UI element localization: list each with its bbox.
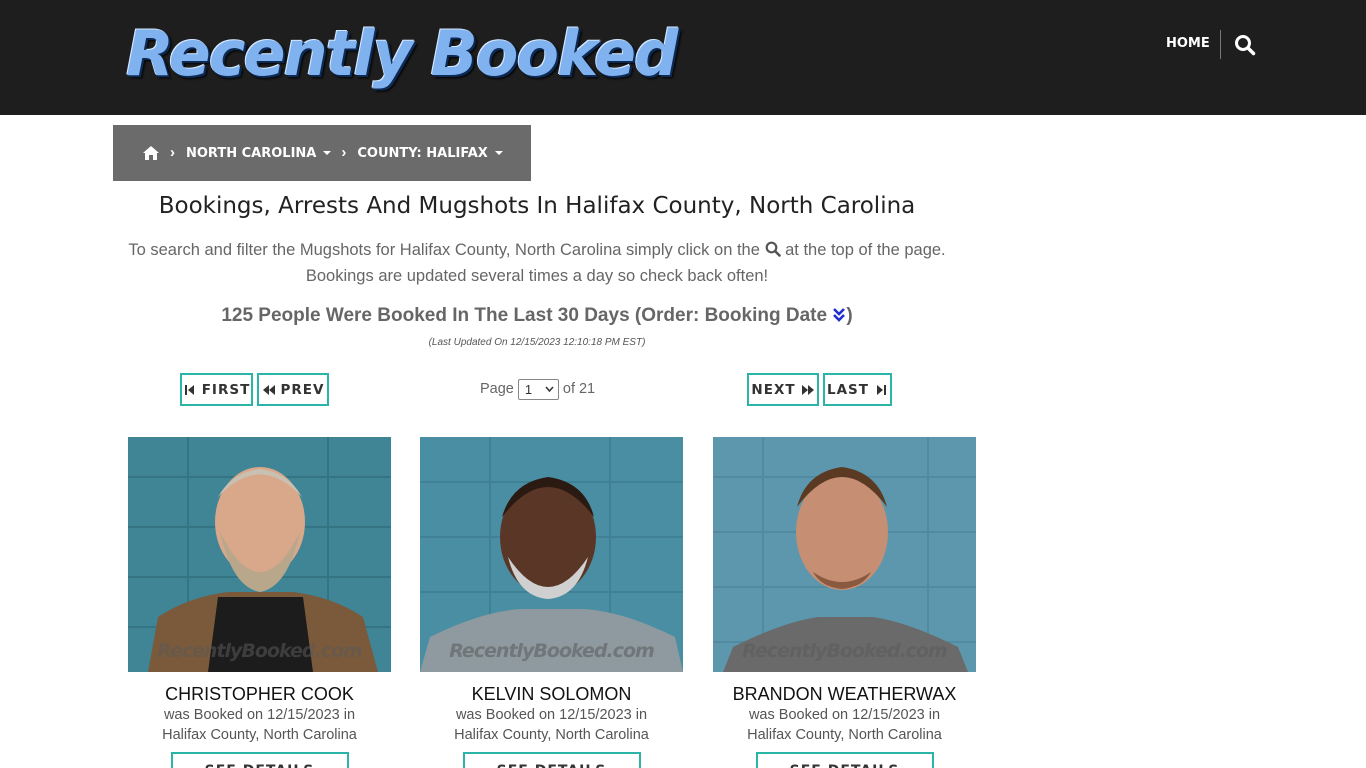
booking-location: Halifax County, North Carolina	[162, 727, 357, 743]
intro-text-part2: at the top of the page.	[785, 241, 946, 259]
last-page-label: LAST	[827, 381, 869, 398]
booking-location: Halifax County, North Carolina	[747, 727, 942, 743]
see-details-button[interactable]: SEE DETAILS	[170, 752, 349, 768]
prev-page-label: PREV	[280, 381, 325, 398]
caret-down-icon	[494, 151, 503, 155]
page-label: Page	[480, 381, 514, 397]
booking-card: RecentlyBooked.com KELVIN SOLOMON was Bo…	[420, 437, 683, 768]
watermark: RecentlyBooked.com	[742, 640, 948, 662]
caret-down-icon	[323, 151, 332, 155]
chevron-down-icon	[545, 386, 554, 392]
step-forward-icon	[876, 384, 886, 395]
breadcrumb-state-label: NORTH CAROLINA	[186, 145, 317, 161]
last-updated: (Last Updated On 12/15/2023 12:10:18 PM …	[428, 337, 646, 348]
booking-count-close: )	[846, 305, 853, 326]
see-details-button[interactable]: SEE DETAILS	[462, 752, 641, 768]
watermark: RecentlyBooked.com	[449, 640, 655, 662]
page-title: Bookings, Arrests And Mugshots In Halifa…	[158, 193, 916, 219]
page-select-value: 1	[524, 381, 533, 397]
person-name[interactable]: BRANDON WEATHERWAX	[713, 683, 976, 705]
breadcrumb-state-dropdown[interactable]: NORTH CAROLINA	[186, 145, 332, 161]
booking-count-text: 125 People Were Booked In The Last 30 Da…	[221, 305, 828, 326]
prev-page-button[interactable]: PREV	[257, 373, 329, 406]
breadcrumb-county-label: COUNTY: HALIFAX	[357, 145, 488, 161]
next-page-label: NEXT	[751, 381, 796, 398]
booking-count: 125 People Were Booked In The Last 30 Da…	[113, 303, 961, 329]
first-page-button[interactable]: FIRST	[180, 373, 253, 406]
person-name[interactable]: KELVIN SOLOMON	[420, 683, 683, 705]
booking-card: RecentlyBooked.com BRANDON WEATHERWAX wa…	[713, 437, 976, 768]
search-icon[interactable]	[1234, 34, 1256, 56]
site-logo[interactable]: Recently Booked	[126, 18, 678, 90]
person-name[interactable]: CHRISTOPHER COOK	[128, 683, 391, 705]
page-selector: Page 1 of 21	[480, 378, 595, 400]
site-header: Recently Booked HOME	[0, 0, 1366, 115]
breadcrumb-county-dropdown[interactable]: COUNTY: HALIFAX	[357, 145, 503, 161]
mugshot-photo	[128, 437, 391, 672]
see-details-button[interactable]: SEE DETAILS	[755, 752, 934, 768]
mugshot-photo	[420, 437, 683, 672]
double-chevron-down-icon[interactable]	[832, 306, 846, 322]
home-icon[interactable]	[142, 145, 160, 161]
mugshot-image[interactable]: RecentlyBooked.com	[128, 437, 391, 672]
last-page-button[interactable]: LAST	[823, 373, 892, 406]
intro-text-part1: To search and filter the Mugshots for Ha…	[128, 241, 760, 259]
chevron-right-icon: ›	[341, 144, 347, 161]
mugshot-image[interactable]: RecentlyBooked.com	[713, 437, 976, 672]
fast-backward-icon	[262, 384, 275, 395]
booking-date-text: was Booked on 12/15/2023 in	[163, 707, 356, 723]
intro-text-line2: Bookings are updated several times a day…	[305, 267, 769, 285]
watermark: RecentlyBooked.com	[157, 640, 363, 662]
first-page-label: FIRST	[201, 381, 251, 398]
intro-text: To search and filter the Mugshots for Ha…	[113, 237, 961, 289]
chevron-right-icon: ›	[170, 144, 175, 161]
page-total: of 21	[562, 381, 596, 397]
page-select[interactable]: 1	[517, 378, 559, 400]
booking-card: RecentlyBooked.com CHRISTOPHER COOK was …	[128, 437, 391, 768]
booking-date-text: was Booked on 12/15/2023 in	[455, 707, 648, 723]
booking-date-text: was Booked on 12/15/2023 in	[748, 707, 941, 723]
search-icon	[765, 241, 781, 257]
mugshot-image[interactable]: RecentlyBooked.com	[420, 437, 683, 672]
booking-location: Halifax County, North Carolina	[454, 727, 649, 743]
next-page-button[interactable]: NEXT	[747, 373, 819, 406]
mugshot-photo	[713, 437, 976, 672]
nav-home-link[interactable]: HOME	[1166, 36, 1210, 52]
fast-forward-icon	[801, 384, 814, 395]
breadcrumb: › NORTH CAROLINA › COUNTY: HALIFAX	[113, 125, 531, 181]
nav-divider	[1220, 30, 1221, 59]
step-backward-icon	[184, 384, 194, 395]
